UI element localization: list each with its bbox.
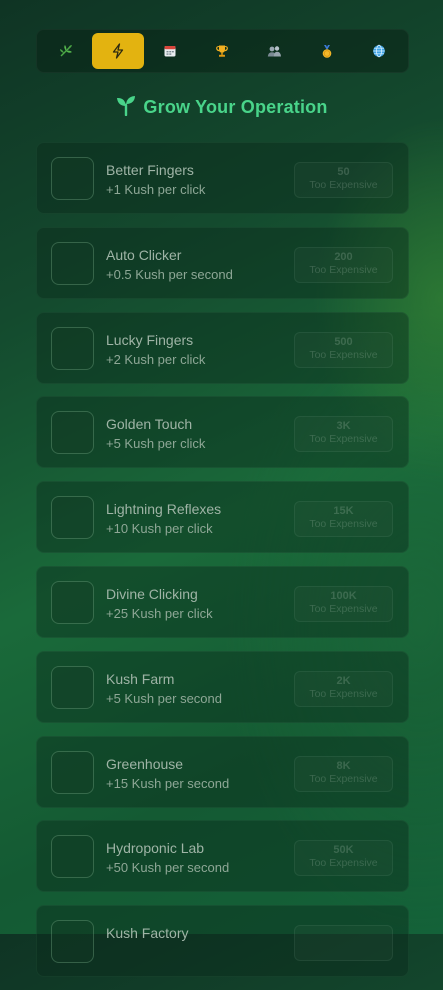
buy-button[interactable]: 2K Too Expensive <box>294 670 393 707</box>
upgrade-icon <box>51 750 94 794</box>
upgrade-name: Kush Factory <box>106 925 189 942</box>
calendar-icon <box>163 44 177 58</box>
upgrade-description: +5 Kush per click <box>106 436 206 452</box>
upgrade-description: +0.5 Kush per second <box>106 266 233 282</box>
upgrade-price: 500 <box>334 335 353 348</box>
upgrade-status: Too Expensive <box>309 772 378 785</box>
tab-bar <box>36 29 409 73</box>
upgrade-price: 15K <box>333 505 354 518</box>
upgrade-card[interactable]: Lightning Reflexes +10 Kush per click 15… <box>36 481 409 554</box>
upgrade-card[interactable]: Kush Farm +5 Kush per second 2K Too Expe… <box>36 650 409 723</box>
buy-button[interactable]: 15K Too Expensive <box>294 501 393 538</box>
tab-calendar[interactable] <box>144 33 196 69</box>
upgrade-description: +1 Kush per click <box>106 182 206 197</box>
upgrade-icon <box>51 157 94 200</box>
upgrade-name: Hydroponic Lab <box>106 840 205 857</box>
buy-button[interactable]: 3K Too Expensive <box>294 416 393 453</box>
page-title: Grow Your Operation <box>143 97 328 117</box>
tab-trophy[interactable] <box>196 33 248 69</box>
upgrade-description: +5 Kush per second <box>106 690 222 706</box>
upgrade-card[interactable]: Golden Touch +5 Kush per click 3K Too Ex… <box>36 396 409 469</box>
upgrade-card[interactable]: Better Fingers +1 Kush per click 50 Too … <box>36 142 409 214</box>
tab-medal[interactable] <box>301 33 353 69</box>
buy-button[interactable]: 50 Too Expensive <box>294 162 393 198</box>
upgrade-status: Too Expensive <box>309 348 378 361</box>
leaf-icon <box>59 44 73 58</box>
buy-button[interactable]: 500 Too Expensive <box>294 331 393 368</box>
upgrade-price: 100K <box>330 589 357 602</box>
upgrade-icon <box>51 326 94 370</box>
upgrade-card[interactable]: Kush Factory <box>36 905 409 978</box>
upgrade-status: Too Expensive <box>309 263 378 276</box>
upgrade-icon <box>51 496 94 540</box>
upgrade-list: Better Fingers +1 Kush per click 50 Too … <box>36 142 409 990</box>
upgrade-icon <box>51 835 94 879</box>
upgrade-description: +10 Kush per click <box>106 521 213 537</box>
buy-button[interactable]: 200 Too Expensive <box>294 246 393 283</box>
upgrade-icon <box>51 920 94 964</box>
upgrade-name: Lucky Fingers <box>106 331 194 348</box>
users-icon <box>267 44 282 58</box>
upgrade-icon <box>51 241 94 285</box>
upgrade-description: +2 Kush per click <box>106 351 206 367</box>
trophy-icon <box>215 44 229 58</box>
lightning-icon <box>111 43 125 59</box>
upgrade-icon <box>51 580 94 624</box>
upgrade-status: Too Expensive <box>309 857 378 870</box>
upgrade-card[interactable]: Greenhouse +15 Kush per second 8K Too Ex… <box>36 735 409 808</box>
upgrade-description: +25 Kush per click <box>106 605 213 621</box>
upgrade-status: Too Expensive <box>309 602 378 615</box>
upgrade-description: +50 Kush per second <box>106 860 230 876</box>
upgrade-status: Too Expensive <box>309 518 378 531</box>
upgrade-status: Too Expensive <box>309 179 378 191</box>
upgrade-name: Auto Clicker <box>106 246 182 263</box>
globe-icon <box>372 44 386 58</box>
upgrade-icon <box>51 411 94 455</box>
upgrade-name: Kush Farm <box>106 670 175 687</box>
upgrade-price: 200 <box>334 250 353 263</box>
buy-button[interactable]: 50K Too Expensive <box>294 840 393 877</box>
upgrade-name: Better Fingers <box>106 162 194 178</box>
upgrade-card[interactable]: Hydroponic Lab +50 Kush per second 50K T… <box>36 820 409 893</box>
tab-leaf[interactable] <box>40 33 92 69</box>
medal-icon <box>320 44 334 59</box>
upgrade-name: Divine Clicking <box>106 585 198 602</box>
upgrade-price: 3K <box>336 420 351 433</box>
upgrade-description: +15 Kush per second <box>106 775 230 791</box>
upgrade-card[interactable]: Lucky Fingers +2 Kush per click 500 Too … <box>36 311 409 384</box>
upgrade-name: Greenhouse <box>106 755 184 772</box>
tab-users[interactable] <box>249 33 301 69</box>
sprout-icon <box>115 94 137 121</box>
tab-lightning[interactable] <box>92 33 145 69</box>
upgrade-name: Lightning Reflexes <box>106 501 222 518</box>
upgrade-name: Golden Touch <box>106 416 193 433</box>
buy-button[interactable]: 8K Too Expensive <box>294 755 393 792</box>
upgrade-price: 8K <box>336 759 351 772</box>
upgrade-price: 50 <box>337 166 350 178</box>
buy-button[interactable] <box>294 925 393 962</box>
upgrade-card[interactable]: Divine Clicking +25 Kush per click 100K … <box>36 565 409 638</box>
upgrade-price: 2K <box>336 674 351 687</box>
upgrade-price: 50K <box>333 844 354 857</box>
upgrade-icon <box>51 665 94 709</box>
upgrade-card[interactable]: Auto Clicker +0.5 Kush per second 200 To… <box>36 226 409 299</box>
section-heading: Grow Your Operation <box>0 94 443 121</box>
buy-button[interactable]: 100K Too Expensive <box>294 585 393 622</box>
tab-globe[interactable] <box>353 33 405 69</box>
upgrade-status: Too Expensive <box>309 433 378 446</box>
upgrade-status: Too Expensive <box>309 687 378 700</box>
